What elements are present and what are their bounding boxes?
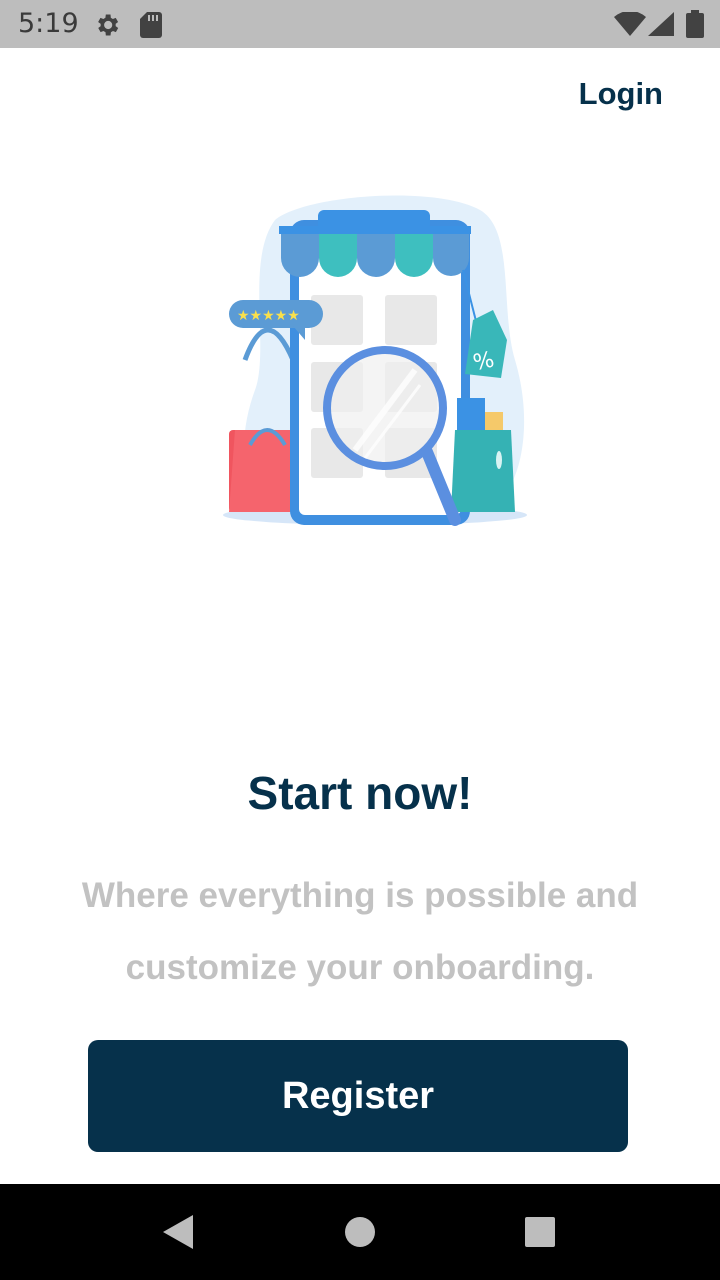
shop-search-illustration: ★★★★★ % [215,190,535,535]
status-time: 5:19 [18,8,79,39]
sd-card-icon [140,12,162,43]
battery-icon [686,10,704,43]
subtitle-text: Where everything is possible and customi… [81,876,639,987]
recents-icon[interactable] [525,1217,555,1252]
back-icon[interactable] [163,1215,193,1254]
home-icon[interactable] [344,1216,376,1253]
register-button[interactable]: Register [88,1040,628,1152]
signal-icon [648,12,674,41]
register-button-label: Register [281,1074,435,1117]
page-title: Start now! [247,767,473,819]
login-link[interactable]: Login [579,76,663,112]
gear-icon [93,11,121,44]
wifi-icon [614,10,646,41]
svg-text:★★★★★: ★★★★★ [237,308,300,324]
navigation-bar [0,1184,720,1280]
status-bar: 5:19 [0,0,720,48]
